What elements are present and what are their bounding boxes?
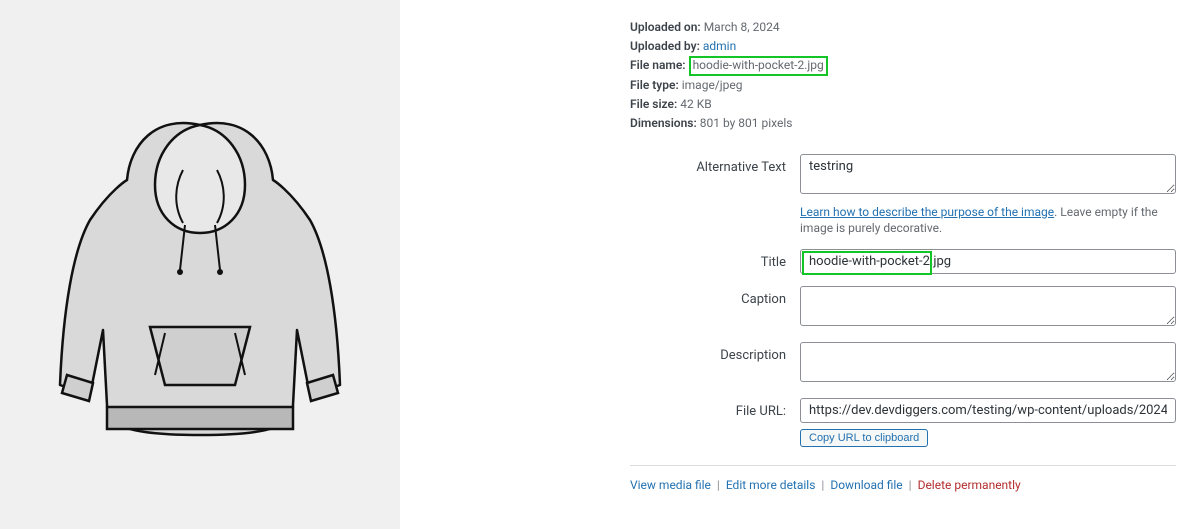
description-label: Description <box>630 342 800 363</box>
alt-help-link[interactable]: Learn how to describe the purpose of the… <box>800 205 1054 219</box>
media-preview-pane <box>0 0 400 529</box>
uploaded-by-label: Uploaded by: <box>630 39 700 53</box>
attachment-details-pane: Uploaded on: March 8, 2024 Uploaded by: … <box>400 0 1200 529</box>
alt-text-input[interactable] <box>800 154 1176 194</box>
attachment-actions: View media file | Edit more details | Do… <box>630 478 1176 492</box>
uploaded-by-link[interactable]: admin <box>703 39 736 53</box>
file-name-value: hoodie-with-pocket-2.jpg <box>689 56 828 76</box>
sep: | <box>818 478 827 492</box>
file-type-label: File type: <box>630 78 679 92</box>
file-url-label: File URL: <box>630 398 800 419</box>
file-name-label: File name: <box>630 58 686 72</box>
attachment-meta: Uploaded on: March 8, 2024 Uploaded by: … <box>630 18 1176 134</box>
alt-text-help: Learn how to describe the purpose of the… <box>800 204 1176 238</box>
view-media-link[interactable]: View media file <box>630 478 711 492</box>
uploaded-on-label: Uploaded on: <box>630 20 701 34</box>
description-input[interactable] <box>800 342 1176 382</box>
delete-permanently-link[interactable]: Delete permanently <box>918 478 1021 492</box>
uploaded-on-value: March 8, 2024 <box>704 20 780 34</box>
caption-input[interactable] <box>800 286 1176 326</box>
caption-label: Caption <box>630 286 800 307</box>
download-file-link[interactable]: Download file <box>830 478 902 492</box>
divider <box>630 465 1176 466</box>
file-type-value: image/jpeg <box>682 78 743 92</box>
file-url-input[interactable] <box>800 398 1176 423</box>
file-size-value: 42 KB <box>680 97 711 111</box>
file-size-label: File size: <box>630 97 677 111</box>
title-input[interactable] <box>800 249 1176 274</box>
title-label: Title <box>630 249 800 270</box>
dimensions-label: Dimensions: <box>630 116 697 130</box>
alt-text-label: Alternative Text <box>630 154 800 175</box>
edit-details-link[interactable]: Edit more details <box>726 478 816 492</box>
dimensions-value: 801 by 801 pixels <box>700 116 793 130</box>
copy-url-button[interactable]: Copy URL to clipboard <box>800 429 928 447</box>
sep: | <box>906 478 915 492</box>
attachment-image[interactable] <box>55 75 345 455</box>
sep: | <box>714 478 723 492</box>
